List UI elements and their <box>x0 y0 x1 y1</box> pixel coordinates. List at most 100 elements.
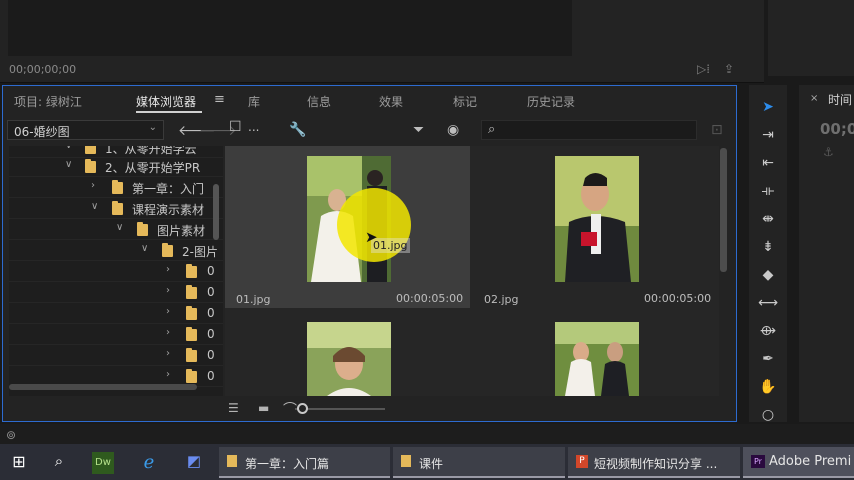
tree-scrollbar[interactable] <box>213 184 219 240</box>
folder-icon <box>186 348 197 362</box>
timeline-tab[interactable]: 时间 <box>828 91 852 108</box>
chevron-right-icon[interactable]: › <box>166 348 170 359</box>
tree-row[interactable]: › 0 <box>9 345 223 366</box>
search-icon: ⌕ <box>488 122 496 137</box>
tab-project[interactable]: 项目: 绿树江 <box>14 93 82 110</box>
taskbar-button[interactable]: P 短视频制作知识分享 ... <box>568 447 740 478</box>
chevron-down-icon[interactable]: ∨ <box>116 222 123 233</box>
selection-tool-icon[interactable]: ➤ <box>758 99 778 119</box>
folder-icon <box>85 159 96 173</box>
folder-dropdown-value: 06-婚纱图 <box>14 125 70 139</box>
thumbnail-duration: 00:00:05:00 <box>644 292 712 305</box>
razor-tool-icon[interactable]: ⇟ <box>758 239 778 259</box>
tree-row[interactable]: › 0 <box>9 324 223 345</box>
tree-row[interactable]: ∨ 课程演示素材 <box>9 198 223 219</box>
tree-row[interactable]: ∨ 2、从零开始学PR <box>9 156 223 177</box>
chevron-down-icon[interactable]: ∨ <box>91 201 98 212</box>
filter-icon[interactable]: ⏷ <box>413 122 424 138</box>
panel-menu-icon[interactable]: ≡ <box>214 92 225 107</box>
tree-row[interactable]: ∨ 2-图片 <box>9 240 223 261</box>
zoom-slider-handle[interactable] <box>297 403 308 414</box>
toolbar-dots[interactable]: ... <box>248 120 259 134</box>
folder-icon <box>186 306 197 320</box>
tree-label: 0 <box>207 264 215 278</box>
tree-label: 2-图片 <box>182 245 218 259</box>
taskbar-button-label: 短视频制作知识分享 ... <box>594 457 718 471</box>
tab-markers[interactable]: 标记 <box>453 93 477 110</box>
folder-icon <box>112 201 123 215</box>
media-browser-panel: 项目: 绿树江 媒体浏览器 ≡ 库 信息 效果 标记 历史记录 06-婚纱图 ⌄… <box>2 85 737 422</box>
ripple-edit-tool-icon[interactable]: ⇤ <box>758 155 778 175</box>
folder-icon <box>186 285 197 299</box>
chevron-right-icon[interactable]: › <box>166 264 170 275</box>
chevron-right-icon[interactable]: › <box>91 180 95 191</box>
tree-row[interactable]: › 0 <box>9 261 223 282</box>
pen-tool-icon[interactable]: ✒ <box>758 351 778 371</box>
thumbnail-name: 02.jpg <box>484 293 519 306</box>
tab-info[interactable]: 信息 <box>307 93 331 110</box>
wrench-icon[interactable]: 🔧 <box>289 122 306 138</box>
tree-horizontal-scrollbar[interactable] <box>9 384 197 390</box>
powerpoint-icon: P <box>576 455 588 468</box>
premiere-icon: Pr <box>751 455 765 468</box>
razor-blade-icon[interactable]: ◆ <box>758 267 778 287</box>
checkbox-icon[interactable]: ☐ <box>229 119 242 135</box>
thumbnail-item[interactable]: 02.jpg 00:00:05:00 <box>473 146 718 308</box>
tree-label: 课程演示素材 <box>132 203 205 217</box>
dreamweaver-icon[interactable]: Dw <box>92 452 114 474</box>
folder-icon <box>162 243 173 257</box>
chevron-right-icon[interactable]: › <box>166 285 170 296</box>
hand-tool-icon[interactable]: ✋ <box>758 379 778 399</box>
timeline-timecode[interactable]: 00;0 <box>820 120 854 138</box>
eye-icon[interactable]: ◉ <box>447 122 459 138</box>
insert-icon[interactable]: ▷⁞ <box>697 62 710 76</box>
app-icon[interactable]: ◩ <box>183 452 205 474</box>
slide-tool-icon[interactable]: ⟴ <box>758 323 778 343</box>
slip-tool-icon[interactable]: ⟷ <box>758 295 778 315</box>
taskbar-button[interactable]: 课件 <box>393 447 565 478</box>
search-icon[interactable]: ⌕ <box>48 452 70 474</box>
tree-row[interactable]: ∨ 图片素材 <box>9 219 223 240</box>
tab-history[interactable]: 历史记录 <box>527 93 575 110</box>
folder-dropdown[interactable]: 06-婚纱图 ⌄ <box>7 120 164 140</box>
program-monitor: 00;00;00;00 ▷⁞ ⇪ <box>0 0 764 83</box>
snap-icon[interactable]: ⚓ <box>823 145 834 159</box>
chevron-down-icon[interactable]: ∨ <box>141 243 148 254</box>
tree-label: 0 <box>207 327 215 341</box>
icon-view-icon[interactable]: ▬ <box>258 401 269 415</box>
zoom-slider-track[interactable] <box>295 408 385 410</box>
search-input[interactable] <box>481 120 697 140</box>
creative-cloud-icon[interactable]: ⊚ <box>6 428 16 442</box>
status-bar <box>0 424 854 444</box>
tree-row[interactable]: › 0 <box>9 282 223 303</box>
chevron-down-icon[interactable]: ∨ <box>65 159 72 170</box>
close-icon[interactable]: × <box>810 93 818 104</box>
tab-effects[interactable]: 效果 <box>379 93 403 110</box>
taskbar-button[interactable]: Pr Adobe Premi <box>743 447 854 478</box>
edge-browser-icon[interactable]: ℯ <box>138 452 160 474</box>
track-select-tool-icon[interactable]: ⇥ <box>758 127 778 147</box>
thumbnail-item[interactable] <box>473 312 718 396</box>
chevron-right-icon[interactable]: › <box>166 327 170 338</box>
taskbar-button[interactable]: 第一章：入门篇 <box>219 447 390 478</box>
monitor-timecode[interactable]: 00;00;00;00 <box>9 63 76 76</box>
rate-stretch-tool-icon[interactable]: ⇼ <box>758 211 778 231</box>
tab-media-browser[interactable]: 媒体浏览器 <box>136 93 196 110</box>
tree-row[interactable]: › 第一章：入门 <box>9 177 223 198</box>
tree-label: 2、从零开始学PR <box>105 161 201 175</box>
thumbnail-item[interactable] <box>225 312 470 396</box>
ingest-icon[interactable]: ⊡ <box>711 122 723 138</box>
chevron-right-icon[interactable]: › <box>166 369 170 380</box>
windows-start-icon[interactable]: ⊞ <box>8 452 30 474</box>
grid-scrollbar[interactable] <box>720 148 727 272</box>
thumbnail-duration: 00:00:05:00 <box>396 292 464 305</box>
export-icon[interactable]: ⇪ <box>724 62 734 76</box>
chevron-right-icon[interactable]: › <box>166 306 170 317</box>
thumbnail-item[interactable]: 01.jpg ➤ 01.jpg 00:00:05:00 <box>225 146 470 308</box>
tree-row[interactable]: › 0 <box>9 303 223 324</box>
tree-label: 0 <box>207 369 215 383</box>
rolling-edit-tool-icon[interactable]: ⟛ <box>758 183 778 203</box>
chevron-down-icon[interactable]: ∨ <box>65 146 72 151</box>
tab-libraries[interactable]: 库 <box>248 93 260 110</box>
list-view-icon[interactable]: ☰ <box>228 401 239 415</box>
